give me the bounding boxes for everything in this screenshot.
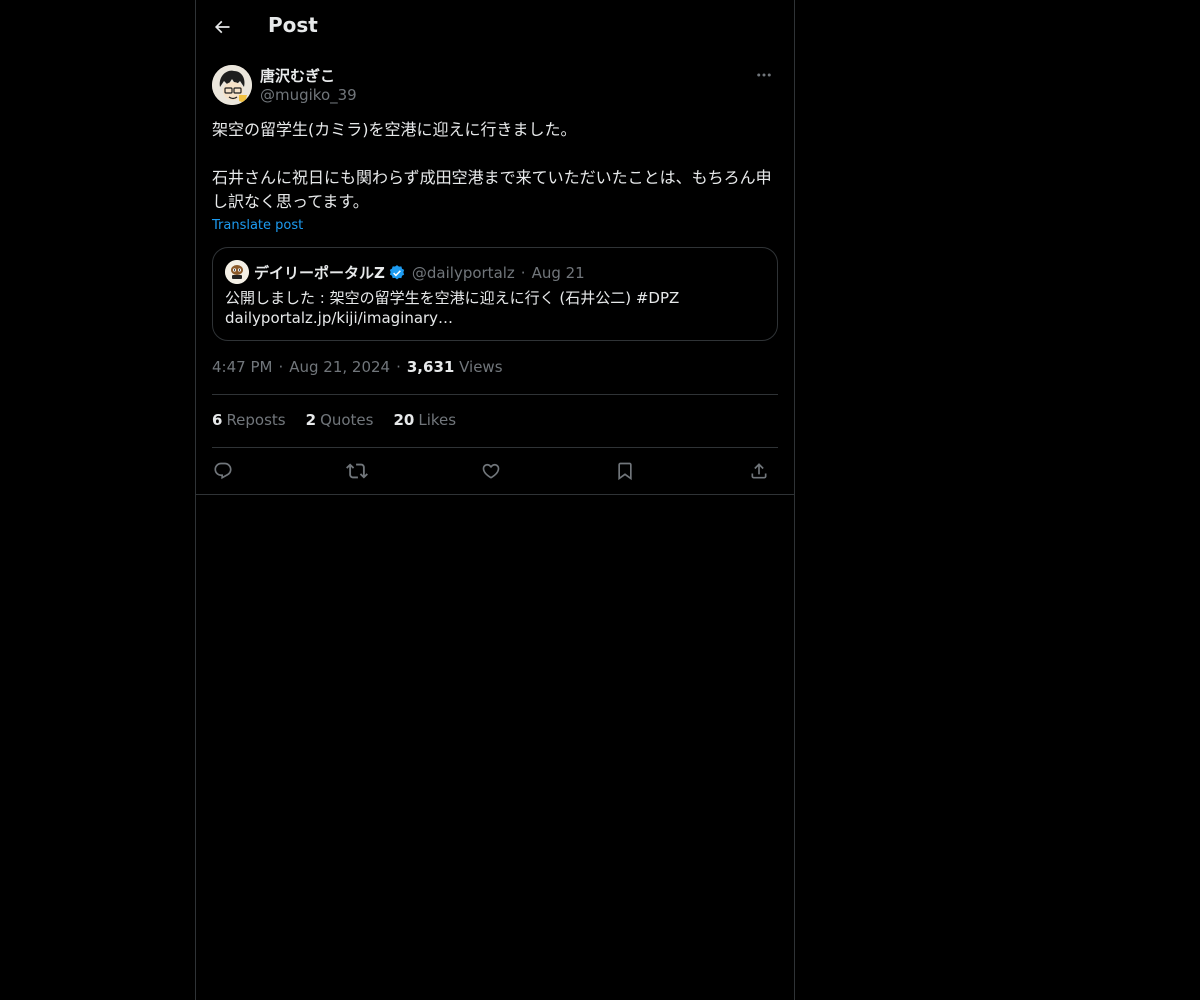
arrow-left-icon: [214, 20, 230, 34]
meta-separator: ·: [278, 358, 284, 376]
share-icon: [751, 463, 767, 479]
divider: [212, 447, 778, 448]
post-date[interactable]: Aug 21, 2024: [289, 358, 390, 376]
back-button[interactable]: [206, 11, 238, 43]
likes-label: Likes: [418, 411, 457, 429]
views-label: Views: [459, 358, 503, 376]
dailyportalz-logo-icon: [225, 260, 249, 284]
reposts-count: 6: [212, 411, 223, 429]
post-header: Post: [196, 0, 794, 54]
like-button[interactable]: [476, 456, 506, 486]
views-count: 3,631: [406, 358, 455, 376]
likes-stat[interactable]: 20 Likes: [393, 411, 456, 429]
quotes-stat[interactable]: 2 Quotes: [306, 411, 374, 429]
quotes-count: 2: [305, 411, 317, 429]
more-horizontal-icon: [757, 73, 771, 77]
post-bottom-border: [196, 494, 794, 495]
share-button[interactable]: [744, 456, 774, 486]
post-stats: 6 Reposts 2 Quotes 20 Likes: [212, 411, 456, 429]
reply-icon: [214, 462, 232, 480]
post-text: 架空の留学生(カミラ)を空港に迎えに行きました。 石井さんに祝日にも関わらず成田…: [212, 120, 772, 211]
more-options-button[interactable]: [750, 64, 778, 86]
author-handle[interactable]: @mugiko_39: [260, 86, 357, 104]
translate-post-link[interactable]: Translate post: [212, 218, 303, 233]
like-icon: [482, 463, 500, 479]
page-title: Post: [268, 13, 318, 37]
quote-avatar: [225, 260, 249, 284]
quote-header: デイリーポータルZ @dailyportalz · Aug 21: [254, 262, 585, 283]
post-meta: 4:47 PM · Aug 21, 2024 · 3,631 Views: [212, 358, 503, 376]
likes-count: 20: [393, 411, 415, 429]
post-actions: [212, 456, 778, 486]
quote-author-handle: @dailyportalz: [411, 263, 515, 282]
author-avatar[interactable]: [212, 65, 252, 105]
quote-text-line: 公開しました : 架空の留学生を空港に迎えに行く (石井公二) #DPZ: [225, 289, 680, 307]
reposts-label: Reposts: [226, 411, 286, 429]
repost-button[interactable]: [342, 456, 372, 486]
author-name[interactable]: 唐沢むぎこ: [260, 65, 335, 86]
post-time[interactable]: 4:47 PM: [212, 358, 272, 376]
quote-author-name: デイリーポータルZ: [254, 264, 385, 282]
quote-link-text: dailyportalz.jp/kiji/imaginary…: [225, 309, 454, 327]
divider: [212, 394, 778, 395]
reply-button[interactable]: [208, 456, 238, 486]
quote-text: 公開しました : 架空の留学生を空港に迎えに行く (石井公二) #DPZ dai…: [225, 288, 765, 328]
verified-badge-icon: [389, 264, 405, 279]
quote-date: Aug 21: [531, 263, 585, 282]
quoted-post-card[interactable]: デイリーポータルZ @dailyportalz · Aug 21 公開しました …: [212, 247, 778, 341]
quotes-label: Quotes: [320, 411, 374, 429]
reposts-stat[interactable]: 6 Reposts: [212, 411, 286, 429]
repost-icon: [346, 463, 368, 479]
bookmark-icon: [618, 462, 632, 481]
quote-separator: ·: [520, 263, 526, 282]
meta-separator: ·: [396, 358, 401, 376]
verified-badge: [388, 264, 406, 282]
post-author-row: 唐沢むぎこ @mugiko_39: [212, 64, 778, 108]
post-detail-column: Post 唐沢むぎこ @mugiko_39 架空の留学生(カミラ)を空港に迎えに…: [195, 0, 795, 1000]
avatar-illustration-icon: [212, 65, 252, 105]
bookmark-button[interactable]: [610, 456, 640, 486]
